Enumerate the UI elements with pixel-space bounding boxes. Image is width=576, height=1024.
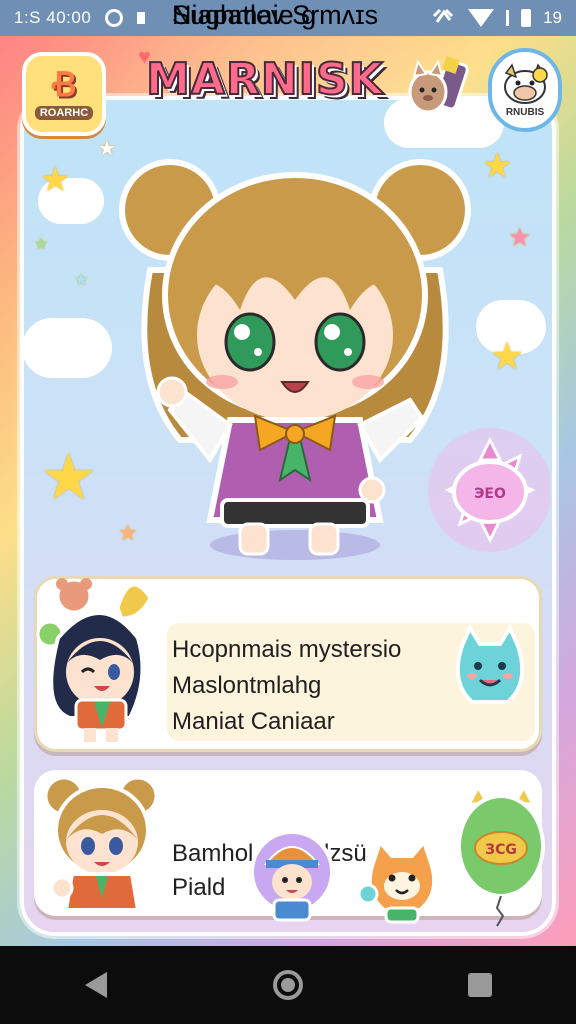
star-icon: ★	[40, 161, 71, 199]
green-balloon-icon: ЗСG	[457, 785, 545, 927]
teal-monster-icon	[455, 623, 525, 704]
battery-level-text: 19	[543, 8, 562, 27]
star-icon: ★	[490, 336, 525, 378]
signal-bar-icon	[506, 10, 510, 26]
brown-hair-girl-avatar-icon	[44, 776, 158, 912]
card-line: Bamhol	[172, 840, 254, 867]
signal-icon	[432, 6, 456, 31]
home-icon	[273, 970, 303, 1000]
logo-badge-label: ROARHC	[34, 106, 94, 120]
card-title: Sughmaie g	[172, 0, 317, 30]
navigation-bar	[0, 946, 576, 1024]
profile-badge-label: RNUBIS	[505, 106, 545, 118]
mascot-sticker-icon	[404, 52, 474, 124]
back-icon	[85, 972, 107, 998]
green-balloon-label: ЗСG	[485, 842, 517, 858]
logo-badge[interactable]: Ꞗ ROARHC	[22, 52, 106, 136]
profile-badge[interactable]: RNUBIS	[488, 48, 562, 132]
wifi-icon	[468, 9, 495, 27]
status-time: 1:S 40:00	[14, 8, 92, 27]
notification-square-icon	[137, 12, 146, 24]
circle-status-icon	[105, 9, 124, 27]
balloon-creature-sticker: ЭЕО	[420, 420, 552, 560]
recents-button[interactable]	[450, 955, 510, 1015]
star-icon: ★	[74, 272, 89, 289]
orange-cat-icon	[357, 838, 437, 924]
cow-avatar-icon	[504, 62, 548, 104]
cloud-decoration	[22, 318, 112, 378]
battery-icon	[521, 9, 532, 27]
card-line: Piald	[172, 874, 226, 901]
star-icon: ★	[508, 222, 532, 252]
home-button[interactable]	[258, 955, 318, 1015]
boy-sticker-icon	[250, 830, 334, 922]
girl-bear-avatar-icon	[36, 578, 152, 742]
back-button[interactable]	[66, 955, 126, 1015]
logo-glyph: Ꞗ	[51, 66, 77, 104]
recents-icon	[468, 973, 492, 997]
card-line: Maniat Caniaar	[172, 708, 335, 735]
star-icon: ★	[34, 236, 49, 253]
star-icon: ★	[40, 441, 98, 513]
card-line: Hcopnmais mystersio	[172, 636, 402, 663]
star-icon: ★	[482, 147, 513, 185]
balloon-label: ЭЕО	[474, 486, 506, 502]
card-line: Maslontmlahg	[172, 672, 322, 699]
app-title: MARNISK	[145, 53, 384, 106]
